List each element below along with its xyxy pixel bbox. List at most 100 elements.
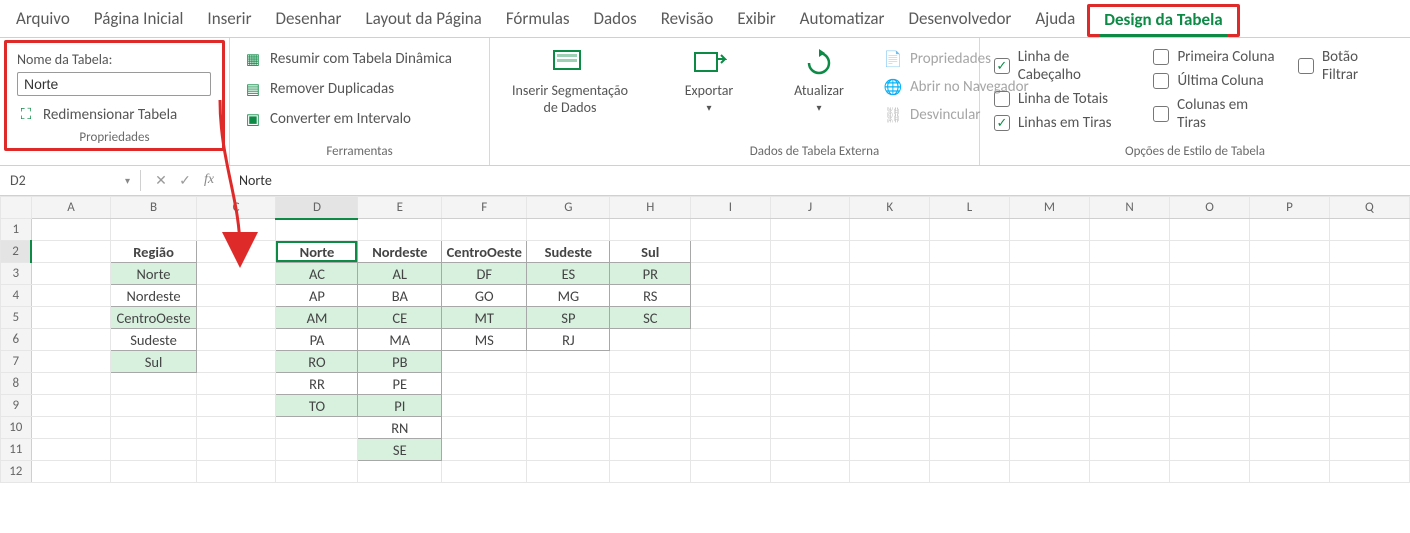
cell[interactable] [111,395,196,417]
cancel-icon[interactable]: ✕ [153,172,169,189]
cell[interactable] [31,263,111,285]
row-header[interactable]: 3 [1,263,32,285]
cell[interactable] [691,417,771,439]
cell[interactable]: MS [442,329,527,351]
cell[interactable] [1090,373,1170,395]
column-header[interactable]: K [850,197,930,219]
refresh-button[interactable]: Atualizar ▾ [774,48,864,114]
cell[interactable] [1009,263,1089,285]
cell[interactable] [1009,307,1089,329]
cell[interactable] [1090,241,1170,263]
cell[interactable] [1170,263,1250,285]
confirm-icon[interactable]: ✓ [177,172,193,189]
cell[interactable] [31,439,111,461]
column-header[interactable]: Q [1329,197,1409,219]
cell[interactable] [196,285,276,307]
cell[interactable] [691,307,771,329]
row-header[interactable]: 9 [1,395,32,417]
cell[interactable]: AP [276,285,358,307]
cell[interactable] [850,439,930,461]
cell[interactable] [527,219,610,241]
cell[interactable] [850,285,930,307]
cell[interactable]: PE [358,373,442,395]
cell[interactable]: RN [358,417,442,439]
cell[interactable]: CentroOeste [111,307,196,329]
column-header[interactable]: E [358,197,442,219]
cell[interactable] [1329,461,1409,483]
cell[interactable]: Região [111,241,196,263]
cell[interactable] [610,351,691,373]
column-header[interactable]: N [1090,197,1170,219]
cell[interactable] [1250,395,1330,417]
tab-arquivo[interactable]: Arquivo [4,4,82,37]
cell[interactable] [770,263,850,285]
cell[interactable] [1090,439,1170,461]
cell[interactable] [196,439,276,461]
cell[interactable] [850,241,930,263]
cell[interactable] [1170,285,1250,307]
cell[interactable]: SP [527,307,610,329]
cell[interactable] [1170,461,1250,483]
cell[interactable] [770,351,850,373]
cell[interactable] [691,351,771,373]
cell[interactable] [1170,219,1250,241]
check-filter-button[interactable]: Botão Filtrar [1298,48,1396,84]
cell[interactable]: Norte [111,263,196,285]
cell[interactable] [442,373,527,395]
cell[interactable] [850,461,930,483]
cell[interactable]: RO [276,351,358,373]
cell[interactable] [1009,241,1089,263]
cell[interactable] [1250,461,1330,483]
cell[interactable]: Sul [610,241,691,263]
cell[interactable]: PI [358,395,442,417]
row-header[interactable]: 2 [1,241,32,263]
cell[interactable] [1250,329,1330,351]
check-total-row[interactable]: Linha de Totais [994,90,1133,108]
summarize-pivot-button[interactable]: ▦ Resumir com Tabela Dinâmica [244,48,452,70]
tab-desenvolvedor[interactable]: Desenvolvedor [896,4,1023,37]
cell[interactable] [31,395,111,417]
cell[interactable] [1170,241,1250,263]
cell[interactable] [930,395,1010,417]
cell[interactable] [930,285,1010,307]
cell[interactable] [527,395,610,417]
row-header[interactable]: 10 [1,417,32,439]
cell[interactable] [527,373,610,395]
cell[interactable] [527,351,610,373]
cell[interactable] [1329,285,1409,307]
cell[interactable] [442,395,527,417]
name-box[interactable]: D2 ▾ [0,170,141,191]
cell[interactable] [691,263,771,285]
cell[interactable] [1329,351,1409,373]
cell[interactable]: Norte [276,241,358,263]
cell[interactable]: MT [442,307,527,329]
cell[interactable] [1009,417,1089,439]
check-last-column[interactable]: Última Coluna [1153,72,1278,90]
cell[interactable] [31,219,111,241]
cell[interactable] [31,461,111,483]
cell[interactable] [610,439,691,461]
cell[interactable] [1090,285,1170,307]
cell[interactable] [31,373,111,395]
row-header[interactable]: 4 [1,285,32,307]
cell[interactable] [196,395,276,417]
cell[interactable] [610,373,691,395]
cell[interactable] [276,461,358,483]
cell[interactable] [31,307,111,329]
cell[interactable] [442,351,527,373]
cell[interactable]: BA [358,285,442,307]
cell[interactable] [111,219,196,241]
cell[interactable] [1090,307,1170,329]
column-header[interactable]: F [442,197,527,219]
cell[interactable] [610,219,691,241]
column-header[interactable]: G [527,197,610,219]
cell[interactable] [850,351,930,373]
resize-table-button[interactable]: ⛶ Redimensionar Tabela [17,104,212,126]
cell[interactable] [527,417,610,439]
cell[interactable] [1090,395,1170,417]
cell[interactable] [442,219,527,241]
cell[interactable] [770,307,850,329]
cell[interactable] [111,417,196,439]
cell[interactable]: CentroOeste [442,241,527,263]
cell[interactable] [1170,351,1250,373]
